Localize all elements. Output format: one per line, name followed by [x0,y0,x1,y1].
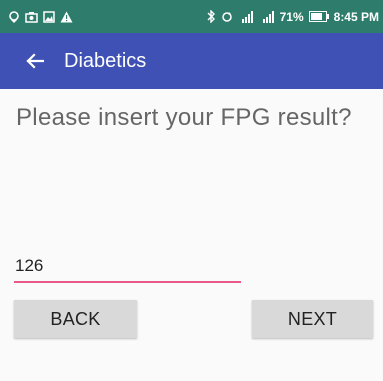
app-bar: Diabetics [0,33,383,89]
gallery-icon [43,10,55,23]
status-right-icons: 71% 8:45 PM [206,10,379,24]
app-title: Diabetics [64,49,147,72]
screen: 71% 8:45 PM Diabetics Please insert your… [0,0,383,381]
bluetooth-icon [206,10,216,23]
content: Please insert your FPG result? BACK NEXT [0,89,383,381]
signal-icon-2 [259,10,275,23]
status-time: 8:45 PM [333,9,379,24]
arrow-back-icon[interactable] [0,33,56,89]
camera-icon [25,11,38,23]
back-button[interactable]: BACK [14,300,137,338]
location-icon [8,10,20,23]
fpg-input-wrap [14,251,241,283]
question-text: Please insert your FPG result? [16,104,352,131]
input-underline [14,281,241,283]
status-bar: 71% 8:45 PM [0,0,383,33]
battery-icon [308,11,329,22]
signal-icon-1 [238,10,254,23]
fpg-input[interactable] [14,251,241,281]
battery-percent: 71% [279,9,304,24]
warning-icon [60,11,73,23]
sync-icon [221,11,233,23]
status-left-icons [8,10,73,23]
next-button[interactable]: NEXT [252,300,373,338]
